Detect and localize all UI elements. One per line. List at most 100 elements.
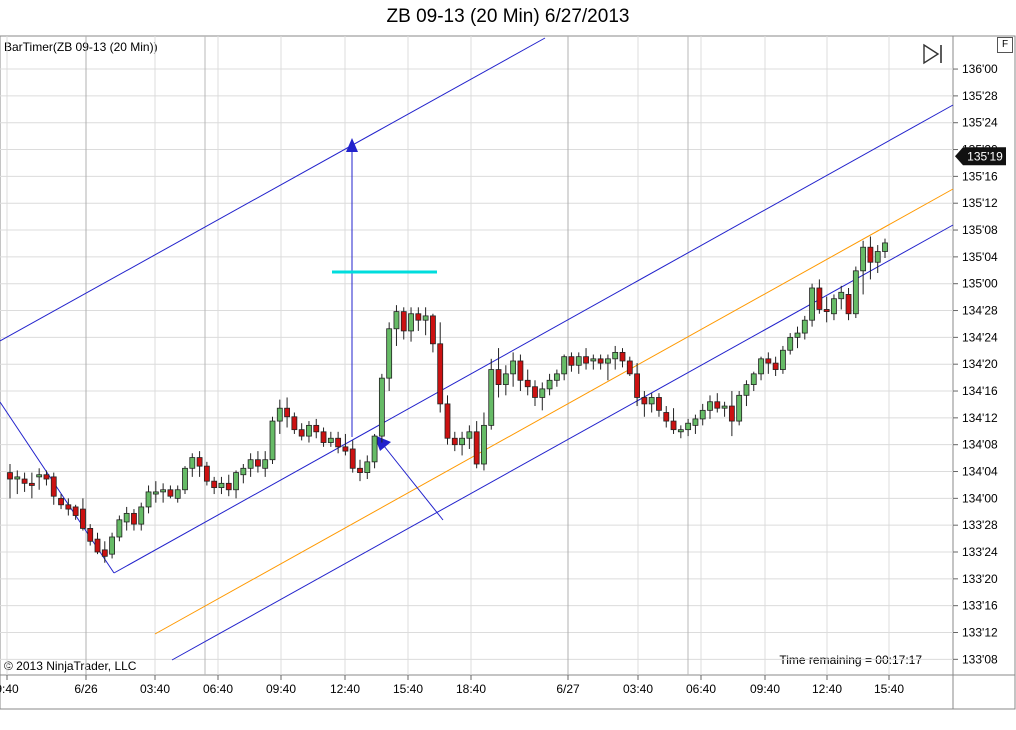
candle-body [349,448,356,469]
candle-body [291,416,298,431]
candle-body [94,538,101,553]
x-tick-label: 12:40 [330,682,360,696]
candle-body [780,349,786,370]
candle-body [364,461,371,473]
y-tick-label: 134'24 [962,330,998,344]
candle-body [342,446,349,452]
candle-body [306,424,312,437]
y-tick-label: 133'20 [962,572,998,586]
candle-body [692,418,699,426]
candle-body [561,356,568,375]
x-tick-label: 6/27 [556,682,580,696]
x-tick-label: 12:40 [812,682,842,696]
candle-body [663,412,670,422]
y-tick-label: 134'20 [962,357,998,371]
candle-body [444,403,451,439]
candle-body [750,373,757,385]
candle-body [240,467,247,476]
candle-body [276,407,283,422]
x-tick-label: 06:40 [686,682,716,696]
candle-body [167,489,174,497]
candle-body [597,358,604,364]
candle-body [626,360,633,375]
candle-body [481,424,487,465]
candle-body [641,397,648,405]
candle-body [196,457,203,467]
candle-body [123,512,130,523]
candle-body [174,489,181,499]
candle-body [371,435,378,463]
candle-body [699,409,706,420]
candle-body [36,474,43,478]
candle-body [378,377,385,437]
y-tick-label: 135'08 [962,223,998,237]
candle-body [101,549,108,557]
y-tick-label: 134'04 [962,465,998,479]
candle-body [451,437,458,446]
candle-body [670,420,677,431]
candle-body [656,397,662,411]
x-tick-label: 09:40 [750,682,780,696]
candle-body [430,315,436,345]
candle-body [43,474,50,480]
candle-body [14,476,21,480]
candle-body [532,386,538,398]
candle-body [225,482,232,491]
candle-body [568,356,575,366]
candle-body [138,506,145,525]
x-tick-label: 03:40 [623,682,653,696]
candle-body [787,336,794,351]
y-tick-label: 134'00 [962,491,998,505]
y-tick-label: 133'16 [962,599,998,613]
candle-body [262,459,269,469]
y-tick-label: 135'16 [962,169,998,183]
candle-body [510,360,517,375]
candle-body [335,437,342,448]
y-tick-label: 133'12 [962,626,998,640]
candle-body [823,309,830,313]
candle-body [160,489,167,493]
candle-body [495,369,502,385]
candle-body [736,394,743,422]
candle-body [393,311,400,330]
candle-body [845,294,852,315]
candle-body [605,358,611,364]
candle-body [707,401,713,411]
candle-body [553,373,560,381]
channel-lower-line [171,224,954,661]
candle-body [400,311,407,332]
y-tick-label: 134'12 [962,411,998,425]
candle-body [466,431,473,439]
candle-body [882,242,888,252]
chart-area[interactable]: 133'08 133'12 133'16 133'20 133'24 133'28 134'… [0,0,1016,730]
y-tick-label: 134'16 [962,384,998,398]
candle-body [327,437,334,443]
pointer-arrow-line [383,445,444,521]
current-price-label: 135'19 [967,149,1003,163]
candle-body [502,373,509,385]
candle-body [28,482,35,486]
candle-body [357,467,363,473]
y-tick-label: 133'28 [962,518,998,532]
candle-body [182,467,188,491]
candle-body [546,379,553,390]
x-tick-label: 03:40 [140,682,170,696]
y-tick-label: 135'12 [962,196,998,210]
candle-body [116,519,123,538]
candle-body [758,358,764,375]
candle-body [58,497,64,506]
candle-body [459,437,465,446]
candle-body [255,459,261,467]
candle-body [634,373,640,398]
candle-body [21,478,28,484]
y-tick-label: 134'08 [962,438,998,452]
candle-body [721,405,728,409]
candle-body [145,491,152,508]
candle-body [109,536,115,555]
candle-body [203,465,210,482]
orange-median-line [154,188,954,635]
x-tick-label: 06:40 [203,682,233,696]
candle-body [152,491,159,495]
candle-body [218,482,225,489]
candle-body [524,379,531,388]
